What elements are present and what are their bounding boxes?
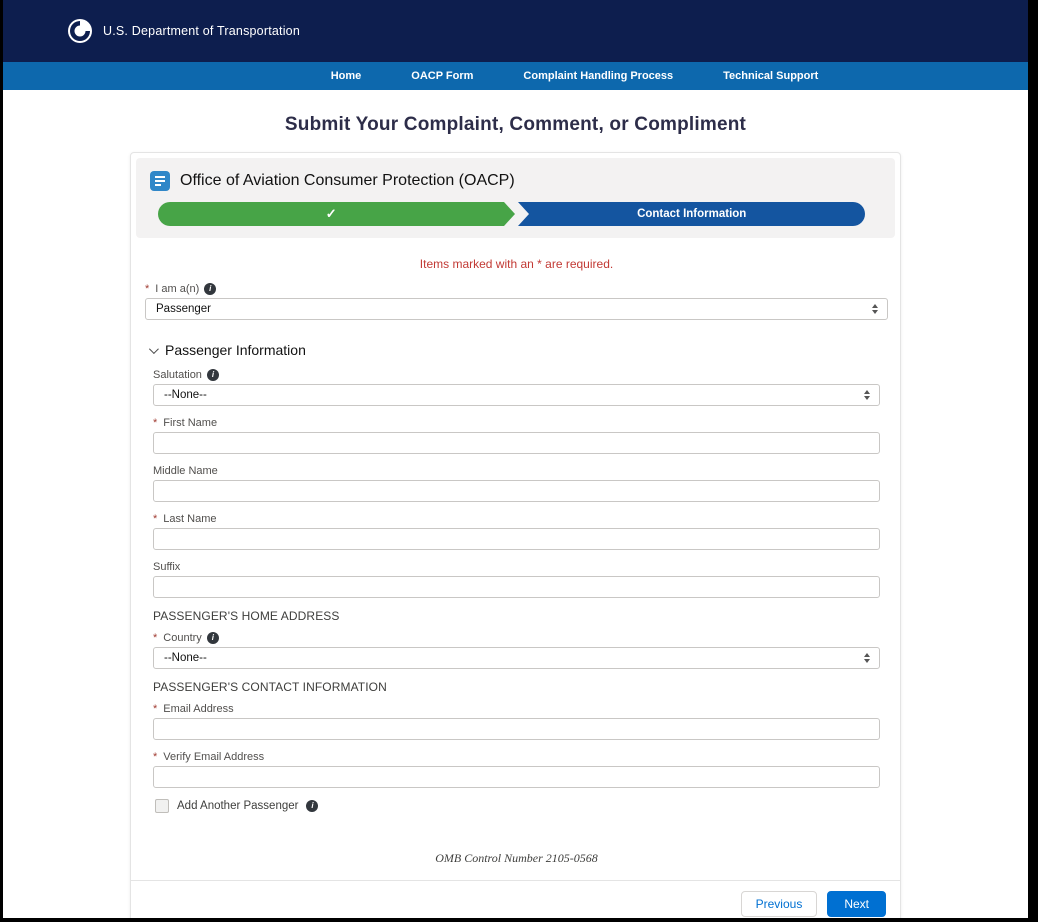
card-title: Office of Aviation Consumer Protection (… (180, 172, 515, 190)
suffix-label: Suffix (153, 561, 180, 573)
nav-item-complaint-handling-process[interactable]: Complaint Handling Process (523, 70, 673, 82)
verify-email-address-input[interactable] (153, 766, 880, 788)
progress-step-completed[interactable]: ✓ (158, 202, 504, 226)
country-label: Country (163, 632, 202, 644)
main-nav: Home OACP Form Complaint Handling Proces… (3, 62, 1028, 90)
middle-name-label: Middle Name (153, 465, 218, 477)
add-another-passenger-label: Add Another Passenger (177, 800, 298, 812)
required-marker: * (153, 703, 157, 715)
required-note: Items marked with an * are required. (145, 257, 888, 271)
required-marker: * (153, 632, 157, 644)
next-button[interactable]: Next (827, 891, 886, 917)
required-marker: * (153, 751, 157, 763)
progress-path: ✓ Contact Information (158, 202, 865, 226)
required-marker: * (153, 513, 157, 525)
section-passenger-information[interactable]: Passenger Information (149, 342, 888, 358)
home-address-heading: PASSENGER'S HOME ADDRESS (153, 609, 880, 623)
last-name-input[interactable] (153, 528, 880, 550)
progress-step-label: Contact Information (637, 208, 746, 220)
field-last-name: * Last Name (153, 513, 880, 550)
page: U.S. Department of Transportation Home O… (3, 0, 1028, 918)
add-another-passenger-checkbox[interactable] (155, 799, 169, 813)
progress-step-contact-information[interactable]: Contact Information (518, 202, 865, 226)
middle-name-input[interactable] (153, 480, 880, 502)
email-address-label: Email Address (163, 703, 233, 715)
email-address-input[interactable] (153, 718, 880, 740)
last-name-label: Last Name (163, 513, 216, 525)
i-am-a-label: I am a(n) (155, 283, 199, 295)
country-selected-value: --None-- (164, 652, 207, 664)
nav-item-oacp-form[interactable]: OACP Form (411, 70, 473, 82)
page-title: Submit Your Complaint, Comment, or Compl… (3, 114, 1028, 136)
select-arrows-icon (864, 653, 870, 663)
field-verify-email-address: * Verify Email Address (153, 751, 880, 788)
info-icon[interactable]: i (207, 369, 219, 381)
nav-item-technical-support[interactable]: Technical Support (723, 70, 818, 82)
info-icon[interactable]: i (207, 632, 219, 644)
field-salutation: Salutation i --None-- (153, 369, 880, 406)
salutation-selected-value: --None-- (164, 389, 207, 401)
suffix-input[interactable] (153, 576, 880, 598)
field-i-am-a: * I am a(n) i Passenger (145, 283, 888, 320)
nav-item-home[interactable]: Home (331, 70, 362, 82)
select-arrows-icon (864, 390, 870, 400)
card-footer: Previous Next (131, 880, 900, 918)
country-select[interactable]: --None-- (153, 647, 880, 669)
info-icon[interactable]: i (306, 800, 318, 812)
check-icon: ✓ (326, 206, 337, 222)
required-marker: * (153, 417, 157, 429)
card-header: Office of Aviation Consumer Protection (… (136, 158, 895, 238)
required-marker: * (145, 283, 149, 295)
field-add-another-passenger: Add Another Passenger i (155, 799, 880, 813)
brand-title: U.S. Department of Transportation (103, 24, 300, 38)
field-middle-name: Middle Name (153, 465, 880, 502)
form-card: Office of Aviation Consumer Protection (… (130, 152, 901, 918)
field-suffix: Suffix (153, 561, 880, 598)
salutation-select[interactable]: --None-- (153, 384, 880, 406)
omb-control-number: OMB Control Number 2105-0568 (145, 851, 888, 866)
contact-information-heading: PASSENGER'S CONTACT INFORMATION (153, 680, 880, 694)
site-header: U.S. Department of Transportation (3, 0, 1028, 62)
i-am-a-select[interactable]: Passenger (145, 298, 888, 320)
field-email-address: * Email Address (153, 703, 880, 740)
dot-logo-icon (67, 18, 93, 44)
select-arrows-icon (872, 304, 878, 314)
field-first-name: * First Name (153, 417, 880, 454)
first-name-input[interactable] (153, 432, 880, 454)
previous-button[interactable]: Previous (741, 891, 818, 917)
i-am-a-selected-value: Passenger (156, 303, 211, 315)
salutation-label: Salutation (153, 369, 202, 381)
verify-email-address-label: Verify Email Address (163, 751, 264, 763)
survey-form-icon (150, 171, 170, 191)
info-icon[interactable]: i (204, 283, 216, 295)
section-passenger-information-label: Passenger Information (165, 342, 306, 358)
chevron-down-icon (149, 344, 159, 354)
field-country: * Country i --None-- (153, 632, 880, 669)
form-body: Items marked with an * are required. * I… (131, 243, 900, 866)
first-name-label: First Name (163, 417, 217, 429)
